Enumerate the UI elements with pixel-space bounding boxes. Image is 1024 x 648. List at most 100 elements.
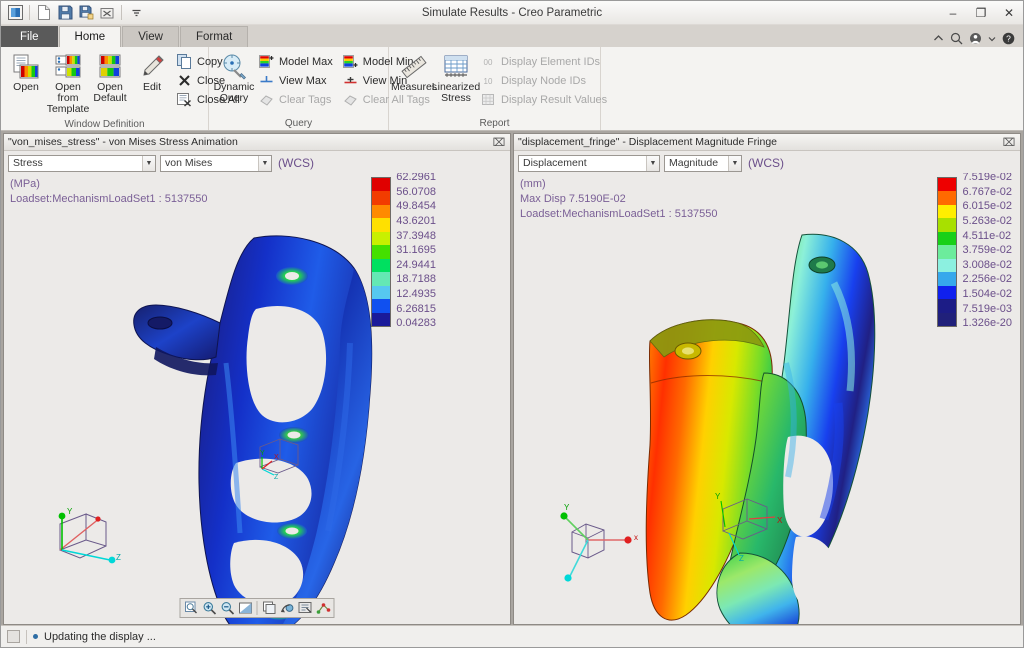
quantity-select-displacement[interactable]: Displacement ▼ xyxy=(518,154,660,172)
legend-value: 7.519e-03 xyxy=(962,302,1012,315)
coordinate-system-label: (WCS) xyxy=(748,156,784,170)
quantity-select-stress[interactable]: Stress ▼ xyxy=(8,154,156,172)
view-max-icon xyxy=(259,73,275,89)
saved-views-icon[interactable] xyxy=(261,600,278,617)
model-csys-marker: Y X Z xyxy=(715,492,783,563)
collapse-ribbon-icon[interactable] xyxy=(933,34,944,43)
status-message: Updating the display ... xyxy=(44,630,156,643)
component-select-value: von Mises xyxy=(165,157,213,169)
creo-simulate-window: Simulate Results - Creo Parametric – ❐ ✕… xyxy=(0,0,1024,648)
displacement-panel-close-icon[interactable]: ⌧ xyxy=(1002,136,1016,149)
view-toolbar xyxy=(179,598,335,618)
group-title-report: Report xyxy=(479,118,510,129)
tab-file[interactable]: File xyxy=(1,26,58,47)
tab-format[interactable]: Format xyxy=(179,26,249,47)
triad-y-label: Y xyxy=(564,503,570,512)
model-max-button[interactable]: Model Max xyxy=(256,52,338,71)
von-mises-panel-close-icon[interactable]: ⌧ xyxy=(492,136,506,149)
open-from-template-button[interactable]: Open from Template xyxy=(47,51,89,118)
svg-text:?: ? xyxy=(1006,34,1011,44)
quantity-select-value: Displacement xyxy=(523,157,587,169)
spin-center-icon[interactable] xyxy=(279,600,296,617)
close-button[interactable]: ✕ xyxy=(995,1,1023,24)
edit-button[interactable]: Edit xyxy=(132,51,172,96)
view-max-button[interactable]: View Max xyxy=(256,71,338,90)
display-style-icon[interactable] xyxy=(297,600,314,617)
component-select-von-mises[interactable]: von Mises ▼ xyxy=(160,154,272,172)
coordinate-system-label: (WCS) xyxy=(278,156,314,170)
clear-all-tags-icon xyxy=(343,92,359,108)
minimize-button[interactable]: – xyxy=(939,1,967,24)
triad-z-label: Z xyxy=(116,553,121,562)
result-values-icon xyxy=(481,92,497,108)
close-window-icon[interactable] xyxy=(97,3,117,22)
displacement-panel-title: "displacement_fringe" - Displacement Mag… xyxy=(518,136,777,148)
dynamic-query-icon xyxy=(221,54,247,80)
group-title-window-definition: Window Definition xyxy=(64,119,145,130)
linearized-stress-label: Linearized Stress xyxy=(431,81,481,104)
qat-separator-2 xyxy=(121,5,122,20)
svg-text:10: 10 xyxy=(484,77,493,86)
dynamic-query-button[interactable]: Dynamic Query xyxy=(214,51,254,107)
refit-icon[interactable] xyxy=(183,600,200,617)
legend-value: 7.519e-02 xyxy=(962,173,1012,183)
display-result-values-button[interactable]: Display Result Values xyxy=(478,90,612,109)
account-dropdown-icon[interactable] xyxy=(988,36,996,42)
save-as-icon[interactable] xyxy=(76,3,96,22)
account-icon[interactable] xyxy=(969,32,982,45)
open-default-icon xyxy=(97,54,123,80)
triad-y-label: Y xyxy=(67,507,73,516)
chevron-down-icon: ▼ xyxy=(258,155,271,171)
von-mises-model[interactable] xyxy=(104,213,434,624)
tab-home[interactable]: Home xyxy=(58,26,122,47)
zoom-in-icon[interactable] xyxy=(201,600,218,617)
model-max-label: Model Max xyxy=(279,55,333,68)
display-result-values-label: Display Result Values xyxy=(501,93,608,106)
ruler-icon xyxy=(401,54,427,80)
chevron-down-icon: ▼ xyxy=(728,155,741,171)
legend-value: 6.015e-02 xyxy=(962,200,1012,213)
status-indicator-box[interactable] xyxy=(7,630,20,643)
report-small-buttons: 00 Display Element IDs 10 Display Node I… xyxy=(478,51,612,109)
displacement-canvas[interactable]: (mm) Max Disp 7.5190E-02 Loadset:Mechani… xyxy=(514,173,1020,624)
repaint-icon[interactable] xyxy=(237,600,254,617)
clear-tags-button[interactable]: Clear Tags xyxy=(256,90,338,109)
measures-button[interactable]: Measures xyxy=(391,51,437,96)
displacement-model[interactable] xyxy=(624,223,944,624)
help-icon[interactable]: ? xyxy=(1002,32,1015,45)
svg-text:00: 00 xyxy=(484,58,493,67)
new-icon[interactable] xyxy=(34,3,54,22)
search-icon[interactable] xyxy=(950,32,963,45)
tab-view[interactable]: View xyxy=(122,26,179,47)
von-mises-metadata: (MPa) Loadset:MechanismLoadSet1 : 513755… xyxy=(10,177,208,207)
edit-button-label: Edit xyxy=(142,81,162,93)
displacement-metadata: (mm) Max Disp 7.5190E-02 Loadset:Mechani… xyxy=(520,177,718,222)
triad-x-label: x xyxy=(634,533,638,542)
view-toolbar-separator xyxy=(256,601,258,615)
results-work-area: "von_mises_stress" - von Mises Stress An… xyxy=(1,131,1023,625)
quantity-select-value: Stress xyxy=(13,157,43,169)
von-mises-panel-controls: Stress ▼ von Mises ▼ (WCS) xyxy=(4,151,510,173)
display-node-ids-button[interactable]: 10 Display Node IDs xyxy=(478,71,612,90)
customize-quick-access-icon[interactable] xyxy=(126,3,146,22)
save-icon[interactable] xyxy=(55,3,75,22)
displacement-legend: 7.519e-02 6.767e-02 6.015e-02 5.263e-02 … xyxy=(937,173,1012,329)
von-mises-canvas[interactable]: (MPa) Loadset:MechanismLoadSet1 : 513755… xyxy=(4,173,510,624)
linearized-stress-button[interactable]: Linearized Stress xyxy=(432,51,480,107)
svg-text:Z: Z xyxy=(739,554,744,563)
component-select-magnitude[interactable]: Magnitude ▼ xyxy=(664,154,742,172)
model-max-icon xyxy=(259,54,275,70)
datum-display-icon[interactable] xyxy=(315,600,332,617)
qat-separator xyxy=(29,5,30,20)
zoom-out-icon[interactable] xyxy=(219,600,236,617)
app-logo-icon[interactable] xyxy=(5,3,25,22)
quick-access-toolbar xyxy=(1,3,146,22)
open-default-button[interactable]: Open Default xyxy=(90,51,130,107)
display-element-ids-label: Display Element IDs xyxy=(501,55,601,68)
world-coordinate-triad: x Y xyxy=(560,503,638,582)
chevron-down-icon: ▼ xyxy=(142,155,155,171)
maximize-button[interactable]: ❐ xyxy=(967,1,995,24)
open-button[interactable]: Open xyxy=(6,51,46,96)
display-element-ids-button[interactable]: 00 Display Element IDs xyxy=(478,52,612,71)
svg-text:X: X xyxy=(777,516,783,525)
